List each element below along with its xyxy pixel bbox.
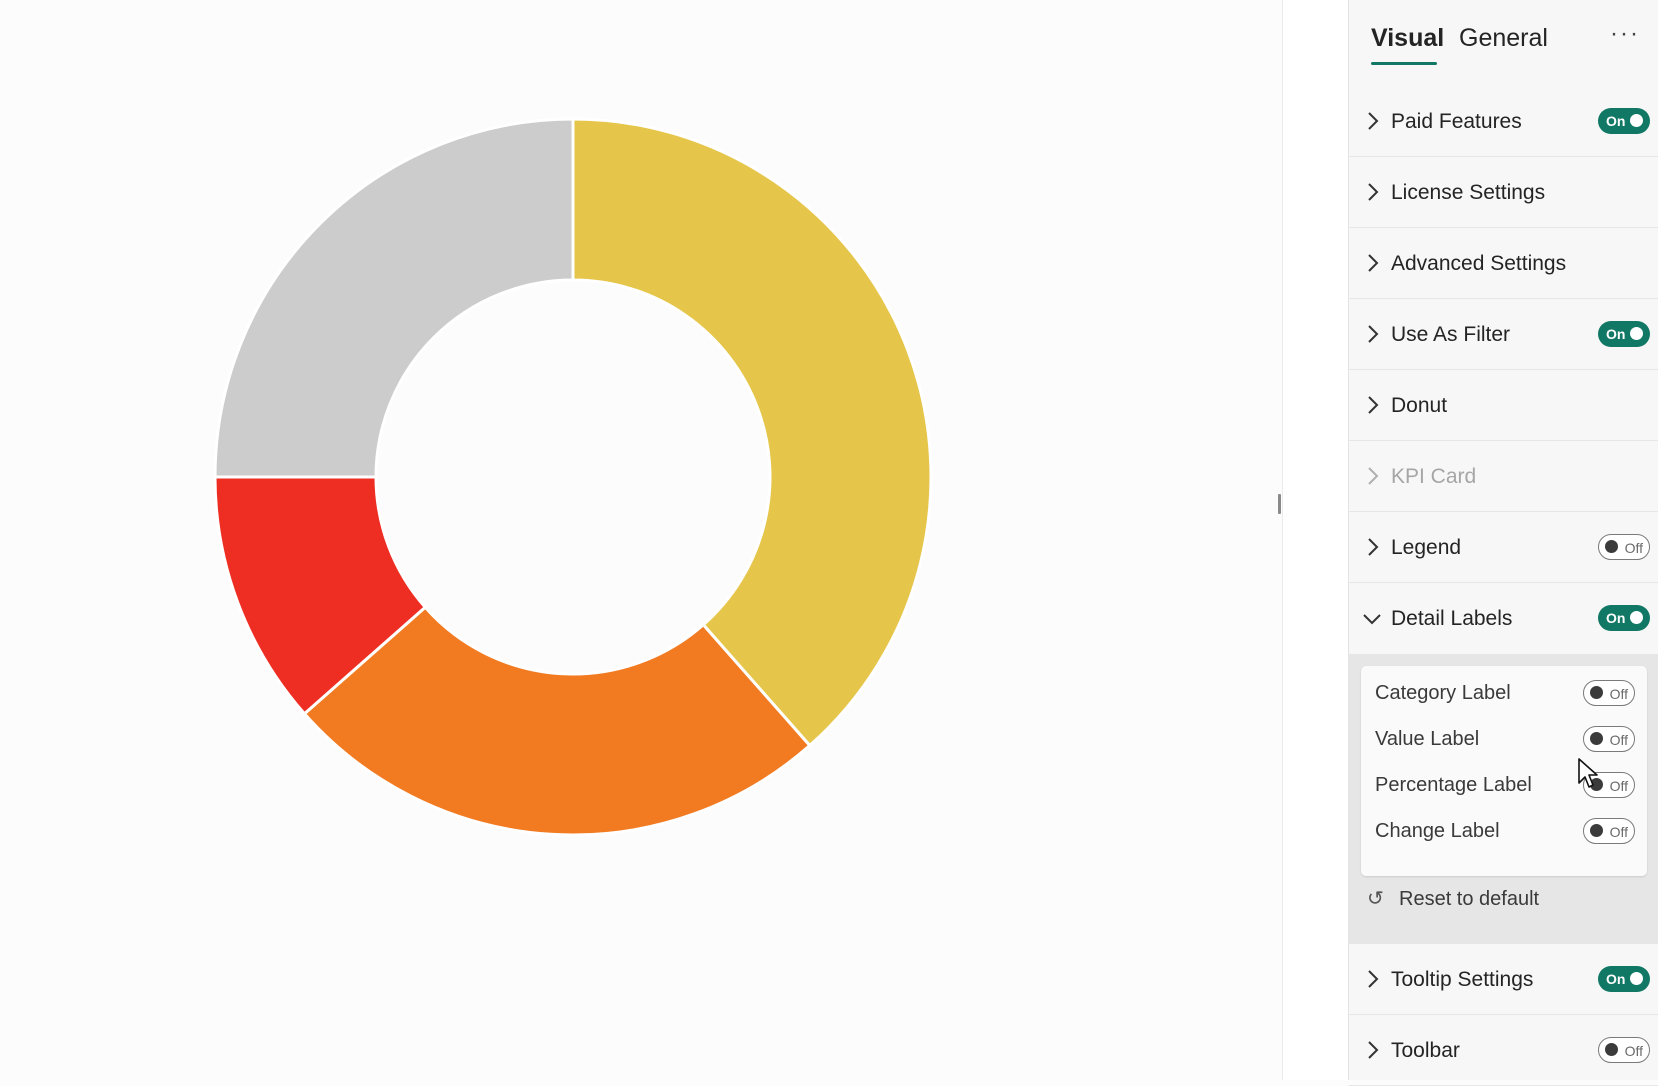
toggle-knob <box>1630 327 1643 340</box>
toggle-text: Off <box>1609 824 1628 840</box>
section-use-as-filter[interactable]: Use As Filter On <box>1349 299 1658 370</box>
chevron-right-icon <box>1368 396 1379 414</box>
chevron-right-icon <box>1368 254 1379 272</box>
detail-labels-content: Category Label Off Value Label Off Perce… <box>1349 654 1658 944</box>
chevron-right-icon <box>1368 538 1379 556</box>
donut-slice-1[interactable] <box>571 117 933 748</box>
undo-icon: ↺ <box>1367 888 1384 910</box>
toggle-knob <box>1590 686 1603 699</box>
reset-label: Reset to default <box>1399 888 1540 910</box>
section-label: Toolbar <box>1391 1039 1460 1062</box>
section-toolbar[interactable]: Toolbar Off <box>1349 1015 1658 1086</box>
toggle-knob <box>1590 732 1603 745</box>
toggle-knob <box>1630 972 1643 985</box>
chevron-down-icon <box>1363 614 1381 625</box>
change-label-text: Change Label <box>1375 820 1500 842</box>
reset-to-default-button[interactable]: ↺ Reset to default <box>1367 886 1539 911</box>
visual-canvas[interactable] <box>0 0 1282 1080</box>
chevron-right-icon <box>1368 970 1379 988</box>
section-label: Tooltip Settings <box>1391 968 1534 991</box>
format-tabs: Visual General ··· <box>1349 0 1658 86</box>
value-label-text: Value Label <box>1375 728 1480 750</box>
section-label: KPI Card <box>1391 465 1477 488</box>
toggle-text: On <box>1606 610 1626 626</box>
panel-gutter <box>1282 0 1349 1080</box>
toggle-text: Off <box>1624 540 1643 556</box>
percentage-label-text: Percentage Label <box>1375 774 1532 796</box>
use-as-filter-toggle[interactable]: On <box>1598 321 1650 347</box>
section-paid-features[interactable]: Paid Features On <box>1349 86 1658 157</box>
section-label: Advanced Settings <box>1391 252 1567 275</box>
section-donut[interactable]: Donut <box>1349 370 1658 441</box>
section-legend[interactable]: Legend Off <box>1349 512 1658 583</box>
tooltip-settings-toggle[interactable]: On <box>1598 966 1650 992</box>
section-label: License Settings <box>1391 181 1546 204</box>
value-label-toggle[interactable]: Off <box>1583 726 1635 752</box>
toggle-text: Off <box>1609 732 1628 748</box>
section-label: Use As Filter <box>1391 323 1511 346</box>
detail-labels-toggle[interactable]: On <box>1598 605 1650 631</box>
pane-resize-handle[interactable] <box>1278 494 1281 514</box>
change-label-toggle[interactable]: Off <box>1583 818 1635 844</box>
chevron-right-icon <box>1368 467 1379 485</box>
toggle-knob <box>1630 611 1643 624</box>
more-horizontal-icon[interactable]: ··· <box>1610 20 1640 48</box>
chevron-right-icon <box>1368 1041 1379 1059</box>
toggle-text: Off <box>1609 686 1628 702</box>
toggle-text: Off <box>1624 1043 1643 1059</box>
section-label: Detail Labels <box>1391 607 1513 630</box>
section-label: Paid Features <box>1391 110 1522 133</box>
active-tab-indicator <box>1371 62 1437 65</box>
donut-slice-4[interactable] <box>213 117 575 479</box>
toggle-knob <box>1630 114 1643 127</box>
toggle-knob <box>1605 1043 1618 1056</box>
category-label-text: Category Label <box>1375 682 1511 704</box>
chevron-right-icon <box>1368 183 1379 201</box>
format-pane: Visual General ··· Paid Features On Lice… <box>1348 0 1658 1086</box>
section-tooltip-settings[interactable]: Tooltip Settings On <box>1349 944 1658 1015</box>
donut-chart[interactable] <box>0 0 1282 1080</box>
legend-toggle[interactable]: Off <box>1598 534 1650 560</box>
tab-visual[interactable]: Visual <box>1371 24 1444 53</box>
toggle-knob <box>1590 824 1603 837</box>
paid-features-toggle[interactable]: On <box>1598 108 1650 134</box>
section-label: Legend <box>1391 536 1462 559</box>
toggle-text: On <box>1606 113 1626 129</box>
mouse-cursor-icon <box>1578 758 1598 788</box>
tab-general[interactable]: General <box>1459 24 1548 53</box>
section-license-settings[interactable]: License Settings <box>1349 157 1658 228</box>
toggle-text: Off <box>1609 778 1628 794</box>
section-detail-labels[interactable]: Detail Labels On <box>1349 583 1658 654</box>
detail-labels-card: Category Label Off Value Label Off Perce… <box>1361 666 1647 876</box>
section-label: Donut <box>1391 394 1448 417</box>
toggle-text: On <box>1606 326 1626 342</box>
chevron-right-icon <box>1368 325 1379 343</box>
toggle-text: On <box>1606 971 1626 987</box>
toolbar-toggle[interactable]: Off <box>1598 1037 1650 1063</box>
section-kpi-card: KPI Card <box>1349 441 1658 512</box>
section-advanced-settings[interactable]: Advanced Settings <box>1349 228 1658 299</box>
category-label-toggle[interactable]: Off <box>1583 680 1635 706</box>
chevron-right-icon <box>1368 112 1379 130</box>
toggle-knob <box>1605 540 1618 553</box>
